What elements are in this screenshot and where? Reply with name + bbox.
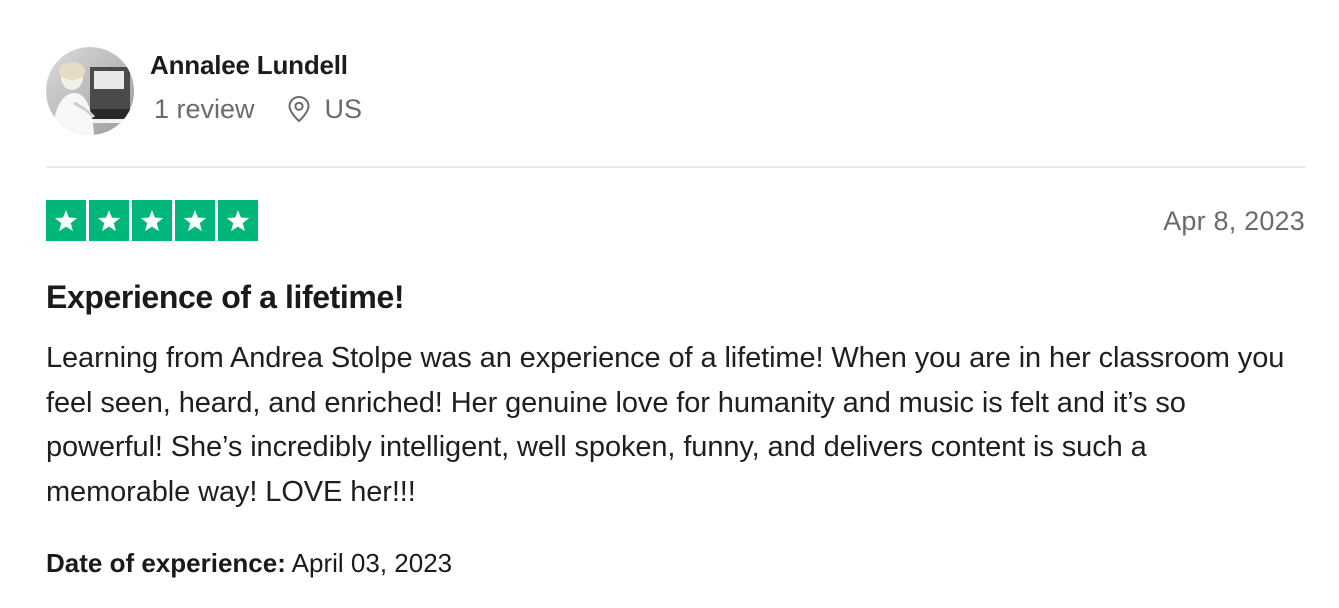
avatar[interactable] — [46, 47, 134, 135]
reviewer-country: US — [324, 94, 363, 124]
review-count: 1 review — [154, 94, 255, 124]
reviewer-location: US — [287, 92, 363, 126]
divider — [46, 166, 1306, 168]
experience-date: April 03, 2023 — [291, 548, 453, 578]
review-body: Learning from Andrea Stolpe was an exper… — [46, 342, 1285, 508]
reviewer-name[interactable]: Annalee Lundell — [150, 48, 362, 82]
star-box — [218, 200, 258, 241]
star-box — [46, 200, 86, 241]
star-icon — [140, 209, 164, 231]
reviewer-meta: 1 review US — [150, 92, 362, 126]
experience-label: Date of experience: — [46, 548, 286, 578]
reviewer-header: Annalee Lundell 1 review US — [46, 46, 362, 136]
star-icon — [226, 209, 250, 231]
star-icon — [183, 209, 207, 231]
star-box — [132, 200, 172, 241]
review-title[interactable]: Experience of a lifetime! — [46, 276, 405, 318]
star-box — [175, 200, 215, 241]
star-rating — [46, 200, 258, 241]
review-date: Apr 8, 2023 — [1163, 206, 1305, 236]
date-of-experience: Date of experience: April 03, 2023 — [46, 545, 452, 581]
star-icon — [54, 209, 78, 231]
star-box — [89, 200, 129, 241]
review-card: Annalee Lundell 1 review US Apr 8, 2023 … — [0, 0, 1339, 608]
location-pin-icon — [288, 95, 310, 123]
star-icon — [97, 209, 121, 231]
reviewer-photo-icon — [46, 47, 134, 135]
reviewer-info: Annalee Lundell 1 review US — [150, 50, 362, 126]
